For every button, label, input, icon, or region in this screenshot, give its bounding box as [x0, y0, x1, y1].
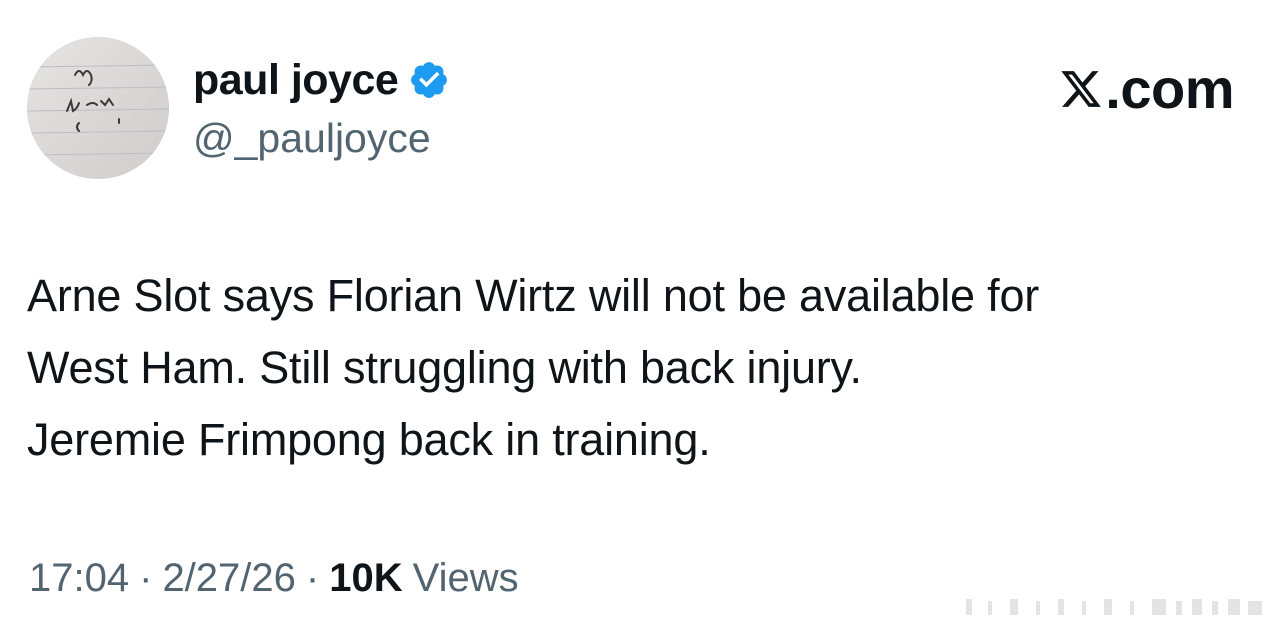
avatar[interactable]	[27, 37, 169, 179]
tweet-line: Arne Slot says Florian Wirtz will not be…	[27, 270, 1040, 321]
tweet-card: paul joyce @_pauljoyce .com Arne Slot sa…	[0, 0, 1284, 633]
tweet-time[interactable]: 17:04	[29, 556, 129, 601]
watermark-icon	[966, 599, 1262, 615]
author-name-row: paul joyce	[193, 52, 450, 108]
brand-domain: .com	[1105, 57, 1234, 120]
meta-separator: ·	[139, 556, 153, 600]
x-logo-icon	[1061, 70, 1102, 107]
brand-mark: .com	[1059, 56, 1234, 121]
verified-badge-icon	[408, 59, 450, 101]
author-handle[interactable]: @_pauljoyce	[193, 112, 450, 164]
tweet-line: Jeremie Frimpong back in training.	[27, 414, 711, 465]
views-count[interactable]: 10K	[329, 556, 402, 601]
display-name[interactable]: paul joyce	[193, 52, 399, 108]
tweet-meta: 17:04 · 2/27/26 · 10K Views	[29, 556, 519, 601]
tweet-date[interactable]: 2/27/26	[162, 556, 295, 601]
author-block: paul joyce @_pauljoyce	[193, 52, 450, 164]
views-label: Views	[412, 556, 519, 600]
handwriting-note-avatar-image	[27, 37, 169, 179]
tweet-text: Arne Slot says Florian Wirtz will not be…	[27, 260, 1262, 476]
tweet-line: West Ham. Still struggling with back inj…	[27, 342, 862, 393]
meta-separator: ·	[305, 556, 320, 600]
